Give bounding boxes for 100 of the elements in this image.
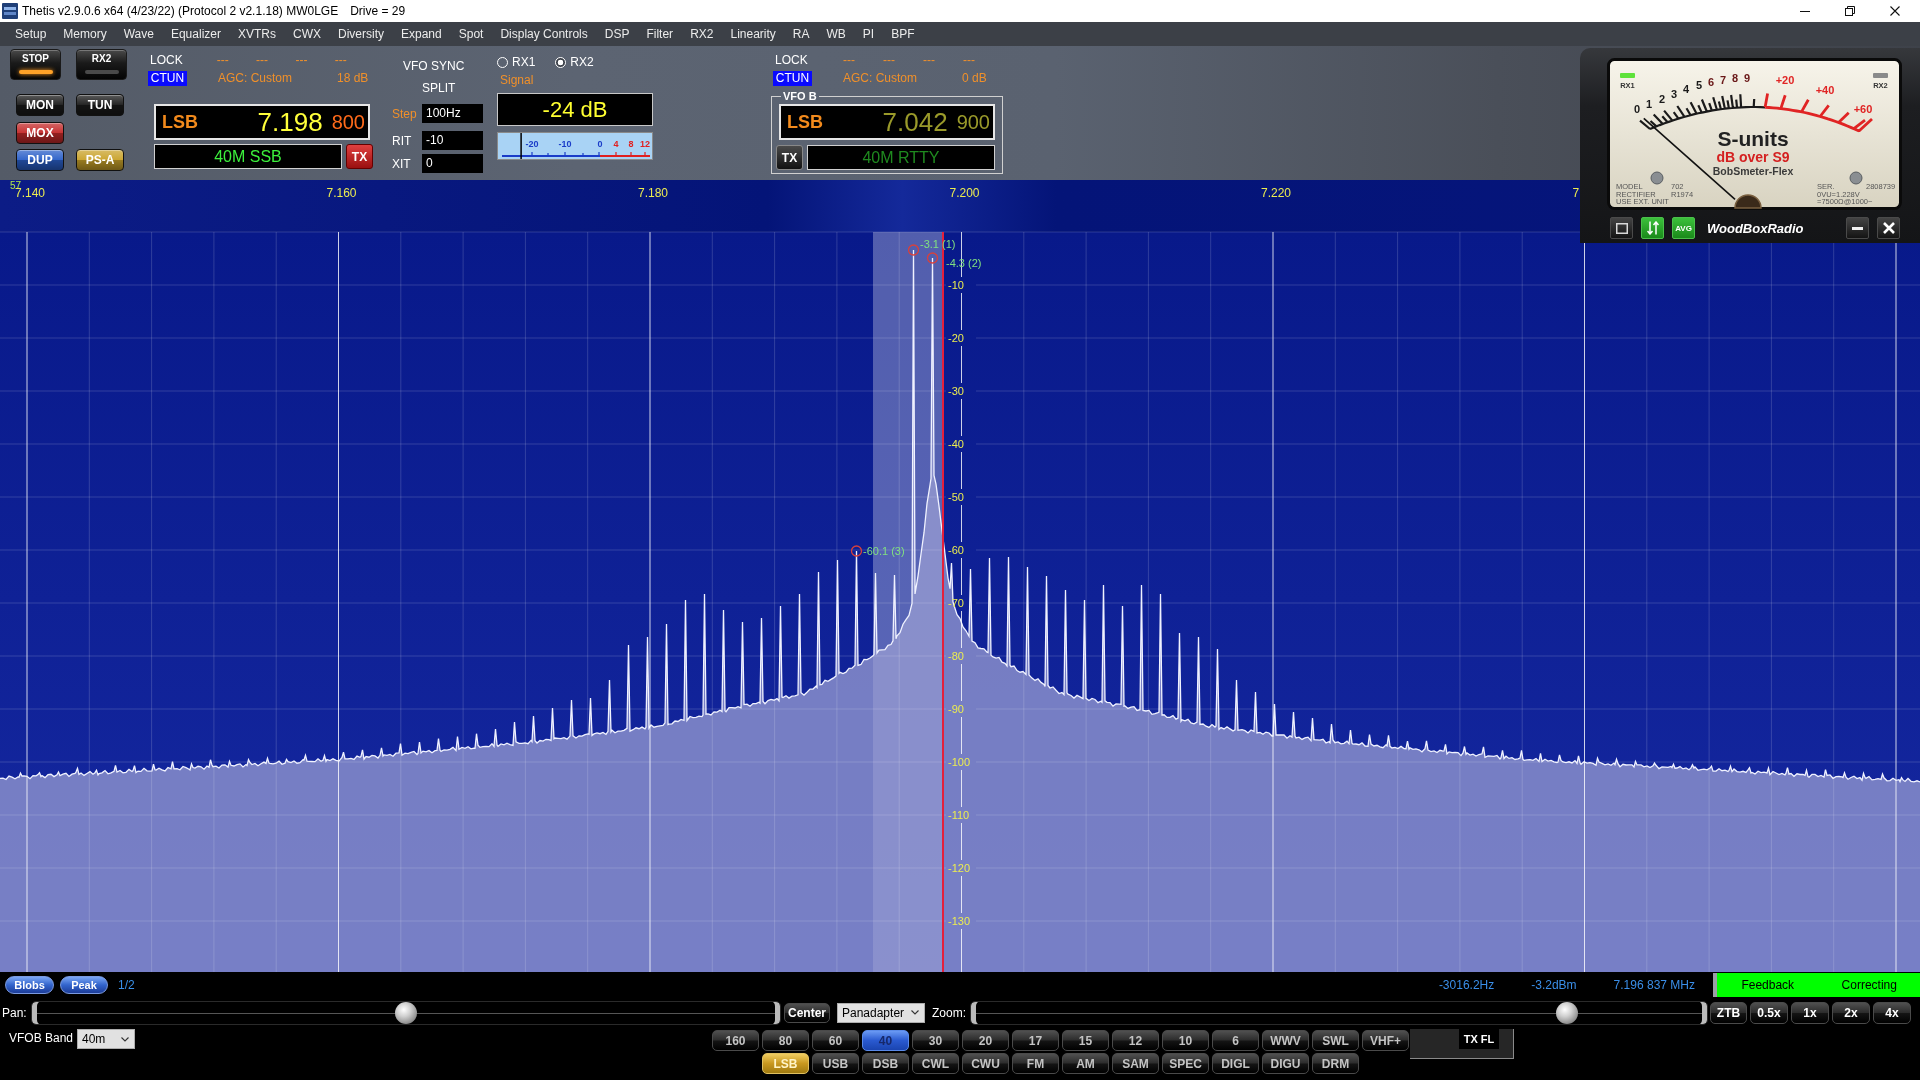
band-button[interactable]: 60 [812, 1030, 859, 1051]
field-label: RIT [392, 133, 413, 148]
mode-button[interactable]: FM [1012, 1053, 1059, 1074]
panel-button[interactable]: TUN [76, 94, 124, 116]
menu-item[interactable]: DSP [596, 22, 638, 46]
band-button[interactable]: 20 [962, 1030, 1009, 1051]
mode-button[interactable]: DRM [1312, 1053, 1359, 1074]
panel-button[interactable]: MOX [16, 122, 64, 144]
mode-button[interactable]: SPEC [1162, 1053, 1209, 1074]
display-toggle-button[interactable]: Peak [60, 975, 108, 994]
mode-button[interactable]: SAM [1112, 1053, 1159, 1074]
band-button[interactable]: 17 [1012, 1030, 1059, 1051]
slider-label: Pan: [2, 1005, 28, 1020]
window-toggle-button[interactable] [1610, 217, 1633, 239]
slider-thumb[interactable] [395, 1001, 417, 1024]
minimize-icon[interactable] [1799, 10, 1810, 12]
mode-button[interactable]: USB [812, 1053, 859, 1074]
menu-item[interactable]: BPF [882, 22, 924, 46]
zoom-preset-button[interactable]: 4x [1873, 1001, 1911, 1024]
frequency-readout[interactable]: 7.198 [257, 106, 323, 138]
band-button[interactable]: VHF+ [1362, 1030, 1409, 1051]
menu-item[interactable]: Display Controls [491, 22, 597, 46]
tx-filter-label[interactable]: TX FL [1459, 1029, 1499, 1049]
square-icon [1615, 222, 1628, 234]
band-button[interactable]: 10 [1162, 1030, 1209, 1051]
menu-item[interactable]: Equalizer [162, 22, 230, 46]
panel-button[interactable]: MON [16, 94, 64, 116]
mode-button[interactable]: CWU [962, 1053, 1009, 1074]
vfo-sync-label[interactable]: VFO SYNC [392, 59, 465, 73]
band-button[interactable]: SWL [1312, 1030, 1359, 1051]
mode-button[interactable]: AM [1062, 1053, 1109, 1074]
center-button[interactable]: Center [784, 1002, 830, 1023]
zoom-preset-button[interactable]: 1x [1791, 1001, 1829, 1024]
menu-item[interactable]: Filter [637, 22, 682, 46]
display-mode-dropdown[interactable]: Panadapter [837, 1002, 925, 1023]
menu-item[interactable]: XVTRs [229, 22, 285, 46]
mode-button[interactable]: DIGU [1262, 1053, 1309, 1074]
zoom-slider-track[interactable] [970, 1000, 1708, 1025]
menu-item[interactable]: RA [784, 22, 818, 46]
db-label: -90 [948, 703, 964, 715]
mode-button[interactable]: CWL [912, 1053, 959, 1074]
mode-button[interactable]: DIGL [1212, 1053, 1259, 1074]
menu-item[interactable]: Linearity [721, 22, 785, 46]
zoom-preset-button[interactable]: 0.5x [1750, 1001, 1788, 1024]
value-field[interactable]: -10 [422, 131, 483, 150]
menu-item[interactable]: WB [818, 22, 855, 46]
value-field[interactable]: 0 [422, 154, 483, 173]
tx-button[interactable]: TX [776, 145, 803, 170]
mode-button[interactable]: DSB [862, 1053, 909, 1074]
display-toggle-button[interactable]: Blobs [5, 975, 54, 994]
frequency-sub-digits[interactable]: 900 [956, 110, 990, 134]
peak-marker-icon [907, 244, 920, 256]
menu-item[interactable]: Setup [6, 22, 55, 46]
rx-radio[interactable]: RX2 [555, 55, 594, 69]
panel-button[interactable]: DUP [16, 149, 64, 171]
band-button[interactable]: 80 [762, 1030, 809, 1051]
minimize-button[interactable] [1846, 217, 1869, 239]
restore-icon[interactable] [1844, 6, 1855, 16]
scale-number: 3 [1670, 88, 1678, 100]
status-indicator: Feedback [1717, 973, 1819, 997]
band-dropdown[interactable]: 40m [77, 1029, 135, 1049]
menu-item[interactable]: Memory [54, 22, 116, 46]
peak-hold-button[interactable] [1641, 217, 1664, 239]
rx-radio[interactable]: RX1 [497, 55, 536, 69]
menu-item[interactable]: CWX [284, 22, 330, 46]
menu-item[interactable]: Expand [392, 22, 451, 46]
zoom-preset-button[interactable]: 2x [1832, 1001, 1870, 1024]
frequency-label: 7.160 [326, 186, 357, 200]
close-icon[interactable] [1889, 6, 1900, 16]
brand-label: WoodBoxRadio [1707, 220, 1804, 236]
band-button[interactable]: 15 [1062, 1030, 1109, 1051]
frequency-sub-digits[interactable]: 800 [331, 110, 365, 134]
scale-number: 1 [1645, 98, 1653, 110]
band-button[interactable]: 160 [712, 1030, 759, 1051]
screw-icon [1849, 171, 1863, 185]
panel-button[interactable]: RX2 [76, 49, 127, 80]
value-field[interactable]: 100Hz [422, 104, 483, 123]
menu-item[interactable]: Wave [115, 22, 163, 46]
pan-slider-track[interactable] [31, 1000, 781, 1025]
drive-label: Drive = 29 [350, 4, 406, 18]
band-button[interactable]: 12 [1112, 1030, 1159, 1051]
scale-number: 8 [1731, 72, 1739, 84]
slider-thumb[interactable] [1556, 1001, 1579, 1024]
close-button[interactable] [1877, 217, 1900, 239]
tx-button[interactable]: TX [346, 144, 373, 169]
panel-button[interactable]: STOP [10, 49, 61, 80]
ctun-toggle[interactable]: CTUN [148, 71, 187, 86]
db-label: -130 [948, 915, 971, 927]
frequency-readout[interactable]: 7.042 [882, 106, 948, 138]
menu-item[interactable]: Spot [450, 22, 492, 46]
band-button[interactable]: 6 [1212, 1030, 1259, 1051]
menu-item[interactable]: Diversity [329, 22, 393, 46]
ctun-toggle[interactable]: CTUN [773, 71, 812, 86]
zoom-preset-button[interactable]: ZTB [1710, 1001, 1747, 1024]
db-label: -110 [948, 809, 970, 821]
band-button[interactable]: 30 [912, 1030, 959, 1051]
split-label[interactable]: SPLIT [392, 81, 456, 95]
band-button[interactable]: WWV [1262, 1030, 1309, 1051]
menu-item[interactable]: RX2 [681, 22, 722, 46]
menu-item[interactable]: PI [854, 22, 883, 46]
